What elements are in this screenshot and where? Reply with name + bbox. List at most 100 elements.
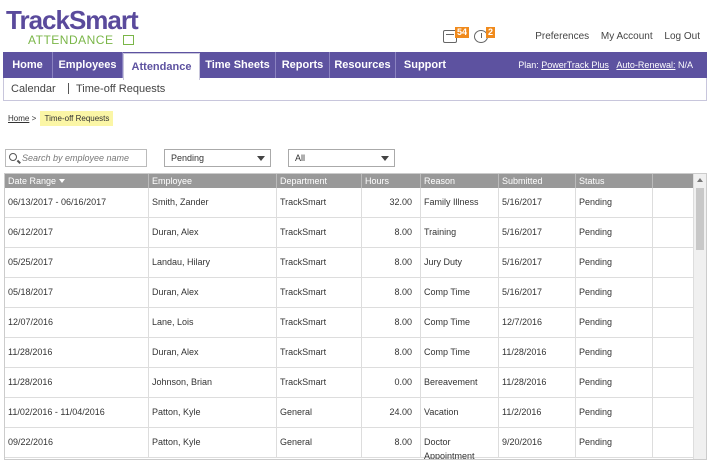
cell-date-range: 06/13/2017 - 06/16/2017 [5,188,149,217]
table-row[interactable]: 09/22/2016 Patton, Kyle General 8.00 Doctor … [5,428,693,459]
col-department[interactable]: Department [277,174,362,188]
cell-employee: Lane, Lois [149,308,277,337]
status-filter-select[interactable]: Pending [164,149,271,167]
cell-department: TrackSmart [277,308,362,337]
cell-date-range: 11/02/2016 - 11/04/2016 [5,398,149,427]
tab-home[interactable]: Home [3,52,53,78]
cell-status: Pending [576,278,653,307]
chevron-down-icon [257,156,265,161]
col-submitted[interactable]: Submitted [499,174,576,188]
cell-hours: 24.00 [362,398,421,427]
cell-employee: Patton, Kyle [149,398,277,427]
alerts-button[interactable]: 2 [474,27,498,45]
breadcrumb-home[interactable]: Home [8,114,29,123]
cell-hours: 8.00 [362,218,421,247]
cell-reason: Bereavement [421,368,499,397]
sub-nav: Calendar Time-off Requests [3,78,707,101]
table-row[interactable]: 06/12/2017 Duran, Alex TrackSmart 8.00 Train… [5,218,693,248]
table-row[interactable]: 11/02/2016 - 11/04/2016 Patton, Kyle Gener… [5,398,693,428]
tab-attendance[interactable]: Attendance [123,53,200,80]
tab-time-sheets[interactable]: Time Sheets [200,52,276,78]
department-filter-value: All [295,153,306,163]
cell-status: Pending [576,368,653,397]
cell-status: Pending [576,398,653,427]
cell-date-range: 11/28/2016 [5,338,149,367]
cell-employee: Patton, Kyle [149,428,277,457]
preferences-link[interactable]: Preferences [535,31,589,42]
my-account-link[interactable]: My Account [601,31,653,42]
cell-date-range: 06/12/2017 [5,218,149,247]
cell-hours: 8.00 [362,338,421,367]
scroll-up-icon[interactable] [697,178,703,182]
plan-info: Plan: PowerTrack Plus Auto-Renewal: N/A [518,52,693,78]
tab-support[interactable]: Support [396,52,454,78]
log-out-link[interactable]: Log Out [664,31,700,42]
cell-submitted: 5/16/2017 [499,218,576,247]
cell-actions [653,248,693,277]
plan-link[interactable]: PowerTrack Plus [541,60,609,70]
col-employee[interactable]: Employee [149,174,277,188]
cell-actions [653,338,693,367]
cell-status: Pending [576,188,653,217]
cell-department: TrackSmart [277,278,362,307]
main-nav: Home Employees Attendance Time Sheets Re… [3,52,707,80]
cell-actions [653,278,693,307]
scrollbar-thumb[interactable] [696,188,704,250]
cell-hours: 0.00 [362,368,421,397]
messages-count-badge: 54 [455,27,470,38]
table-row[interactable]: 11/28/2016 Duran, Alex TrackSmart 8.00 Comp … [5,338,693,368]
tab-reports[interactable]: Reports [276,52,330,78]
status-filter-value: Pending [171,153,205,163]
cell-submitted: 5/16/2017 [499,278,576,307]
col-reason[interactable]: Reason [421,174,499,188]
department-filter-select[interactable]: All [288,149,395,167]
sort-desc-icon [59,179,66,183]
cell-submitted: 9/20/2016 [499,428,576,457]
table-row[interactable]: 11/28/2016 Johnson, Brian TrackSmart 0.00 Be… [5,368,693,398]
cell-actions [653,398,693,427]
cell-submitted: 11/28/2016 [499,338,576,367]
cell-employee: Duran, Alex [149,338,277,367]
col-status[interactable]: Status [576,174,653,188]
logo-wordmark: TrackSmart [6,5,139,35]
cell-date-range: 11/28/2016 [5,368,149,397]
top-links: Preferences My Account Log Out [526,31,700,42]
cell-hours: 8.00 [362,428,421,457]
subnav-calendar[interactable]: Calendar [11,83,56,95]
table-row[interactable]: 06/13/2017 - 06/16/2017 Smith, Zander Trac… [5,188,693,218]
subnav-time-off-requests[interactable]: Time-off Requests [76,83,165,95]
table-row[interactable]: 12/07/2016 Lane, Lois TrackSmart 8.00 Comp T… [5,308,693,338]
cell-actions [653,368,693,397]
employee-search [5,149,147,167]
col-actions [653,174,693,188]
auto-renewal-value: N/A [677,60,693,70]
cell-department: TrackSmart [277,248,362,277]
auto-renewal-label[interactable]: Auto-Renewal: [616,60,675,70]
tab-resources[interactable]: Resources [330,52,396,78]
cell-date-range: 05/25/2017 [5,248,149,277]
cell-submitted: 11/2/2016 [499,398,576,427]
cell-submitted: 5/16/2017 [499,188,576,217]
tab-employees[interactable]: Employees [53,52,123,78]
messages-button[interactable]: 54 [443,27,470,45]
cell-department: General [277,428,362,457]
table-row[interactable]: 05/18/2017 Duran, Alex TrackSmart 8.00 Comp … [5,278,693,308]
app-logo[interactable]: TrackSmart ATTENDANCE [6,5,146,47]
cell-reason: Comp Time [421,278,499,307]
cell-status: Pending [576,428,653,457]
col-date-range[interactable]: Date Range [5,174,149,188]
logo-calendar-icon [123,35,134,45]
cell-reason: Training [421,218,499,247]
col-hours[interactable]: Hours [362,174,421,188]
cell-employee: Johnson, Brian [149,368,277,397]
cell-date-range: 05/18/2017 [5,278,149,307]
cell-department: TrackSmart [277,218,362,247]
cell-department: TrackSmart [277,338,362,367]
table-header: Date Range Employee Department Hours Rea… [5,174,693,188]
cell-employee: Landau, Hilary [149,248,277,277]
vertical-scrollbar[interactable] [693,174,706,459]
cell-status: Pending [576,248,653,277]
table-row[interactable]: 05/25/2017 Landau, Hilary TrackSmart 8.00 Ju… [5,248,693,278]
breadcrumb-separator: > [31,114,37,123]
search-input[interactable] [22,151,144,165]
